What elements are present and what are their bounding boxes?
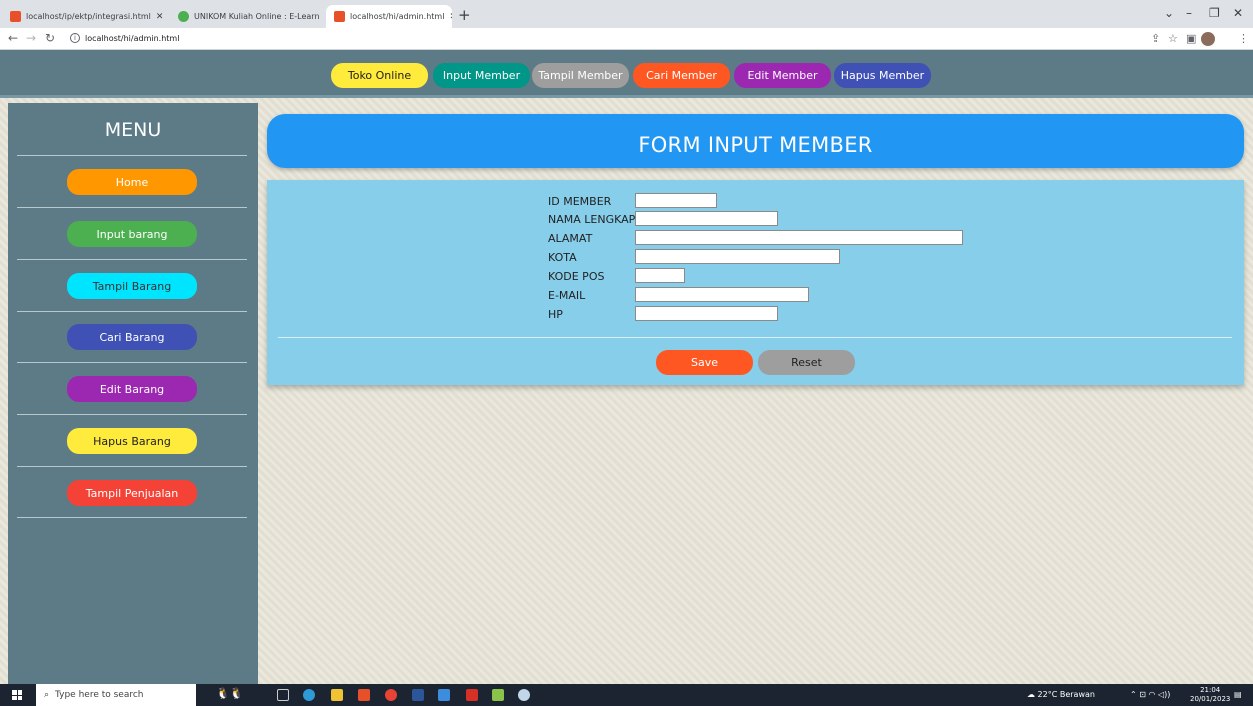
clock-date: 20/01/2023 — [1190, 695, 1231, 703]
sidebar-item-cari-barang[interactable]: Cari Barang — [67, 324, 197, 350]
sidebar-menu: MENU Home Input barang Tampil Barang Car… — [8, 103, 258, 684]
taskbar-search[interactable]: ⌕ Type here to search — [36, 684, 196, 706]
sidebar-item-hapus-barang[interactable]: Hapus Barang — [67, 428, 197, 454]
id-member-input[interactable] — [635, 193, 717, 208]
acrobat-icon[interactable] — [466, 689, 478, 701]
clock-time: 21:04 — [1200, 686, 1221, 694]
browser-menu-icon[interactable]: ⋮ — [1238, 32, 1249, 45]
site-info-icon[interactable]: i — [70, 33, 80, 43]
close-window-icon[interactable]: ✕ — [1233, 6, 1243, 20]
task-view-icon[interactable] — [277, 689, 289, 701]
sidebar-item-home[interactable]: Home — [67, 169, 197, 195]
sidebar-item-edit-barang[interactable]: Edit Barang — [67, 376, 197, 402]
top-navigation: Toko Online Input Member Tampil Member C… — [0, 50, 1253, 98]
penguins-decoration-icon: 🐧🐧 — [216, 687, 244, 700]
share-icon[interactable]: ⇪ — [1151, 32, 1160, 45]
file-explorer-icon[interactable] — [331, 689, 343, 701]
hp-input[interactable] — [635, 306, 778, 321]
menu-title: MENU — [104, 119, 162, 141]
divider — [278, 337, 1232, 338]
new-tab-icon[interactable]: + — [458, 6, 471, 24]
search-placeholder: Type here to search — [55, 690, 144, 700]
xampp-favicon-icon — [334, 11, 345, 22]
close-tab-icon[interactable]: ✕ — [449, 12, 452, 22]
sidebar-item-tampil-barang[interactable]: Tampil Barang — [67, 273, 197, 299]
word-icon[interactable] — [412, 689, 424, 701]
field-label: HP — [548, 308, 563, 321]
url-field[interactable]: i localhost/hi/admin.html — [70, 33, 179, 43]
nav-tampil-member-button[interactable]: Tampil Member — [532, 63, 629, 88]
nav-edit-member-button[interactable]: Edit Member — [734, 63, 831, 88]
app-icon[interactable] — [438, 689, 450, 701]
minimize-icon[interactable]: – — [1186, 6, 1192, 20]
paint-icon[interactable] — [518, 689, 530, 701]
divider — [17, 517, 247, 518]
field-label: KOTA — [548, 251, 577, 264]
kota-input[interactable] — [635, 249, 840, 264]
nav-toko-online-button[interactable]: Toko Online — [331, 63, 428, 88]
divider — [17, 466, 247, 467]
browser-tab[interactable]: UNIKOM Kuliah Online : E-Learn ✕ — [170, 5, 322, 28]
weather-widget[interactable]: ☁ 22°C Berawan — [1027, 690, 1095, 699]
reset-button[interactable]: Reset — [758, 350, 855, 375]
divider — [17, 155, 247, 156]
email-input[interactable] — [635, 287, 809, 302]
xampp-icon[interactable] — [358, 689, 370, 701]
divider — [17, 362, 247, 363]
form-header: FORM INPUT MEMBER — [267, 114, 1244, 168]
page-title: FORM INPUT MEMBER — [638, 133, 873, 157]
elearning-favicon-icon — [178, 11, 189, 22]
edge-icon[interactable] — [303, 689, 315, 701]
sidebar-item-tampil-penjualan[interactable]: Tampil Penjualan — [67, 480, 197, 506]
address-bar: ← → ↻ i localhost/hi/admin.html ⇪ ☆ ▣ ⋮ — [0, 28, 1253, 50]
windows-taskbar: ⌕ Type here to search 🐧🐧 ☁ 22°C Berawan … — [0, 684, 1253, 706]
field-label: KODE POS — [548, 270, 605, 283]
reload-icon[interactable]: ↻ — [45, 31, 55, 45]
windows-start-icon[interactable] — [12, 690, 22, 700]
member-form: ID MEMBER NAMA LENGKAP ALAMAT KOTA KODE … — [267, 180, 1244, 385]
side-panel-icon[interactable]: ▣ — [1186, 32, 1196, 45]
field-label: NAMA LENGKAP — [548, 213, 636, 226]
nav-hapus-member-button[interactable]: Hapus Member — [834, 63, 931, 88]
browser-tab-active[interactable]: localhost/hi/admin.html ✕ — [326, 5, 452, 28]
restore-icon[interactable]: ❐ — [1209, 6, 1220, 20]
page-content: Toko Online Input Member Tampil Member C… — [0, 50, 1253, 684]
field-label: ID MEMBER — [548, 195, 612, 208]
tab-title: localhost/ip/ektp/integrasi.html — [26, 12, 151, 21]
field-label: E-MAIL — [548, 289, 586, 302]
forward-icon[interactable]: → — [26, 31, 36, 45]
divider — [17, 311, 247, 312]
chrome-icon[interactable] — [385, 689, 397, 701]
divider — [17, 259, 247, 260]
tab-title: localhost/hi/admin.html — [350, 12, 445, 21]
back-icon[interactable]: ← — [8, 31, 18, 45]
url-text: localhost/hi/admin.html — [85, 33, 180, 43]
divider — [17, 207, 247, 208]
nama-lengkap-input[interactable] — [635, 211, 778, 226]
sidebar-item-input-barang[interactable]: Input barang — [67, 221, 197, 247]
nav-cari-member-button[interactable]: Cari Member — [633, 63, 730, 88]
system-tray-icons[interactable]: ⌃ ⊡ ◠ ◁)) — [1130, 690, 1170, 699]
clock[interactable]: 21:04 20/01/2023 — [1190, 686, 1230, 704]
browser-tab[interactable]: localhost/ip/ektp/integrasi.html ✕ — [2, 5, 170, 28]
field-label: ALAMAT — [548, 232, 593, 245]
browser-tab-strip: localhost/ip/ektp/integrasi.html ✕ UNIKO… — [0, 0, 1253, 28]
weather-text: 22°C Berawan — [1037, 690, 1095, 699]
xampp-favicon-icon — [10, 11, 21, 22]
profile-avatar[interactable] — [1201, 32, 1215, 46]
save-button[interactable]: Save — [656, 350, 753, 375]
alamat-input[interactable] — [635, 230, 963, 245]
image-viewer-icon[interactable] — [492, 689, 504, 701]
close-tab-icon[interactable]: ✕ — [156, 12, 164, 22]
kode-pos-input[interactable] — [635, 268, 685, 283]
tab-title: UNIKOM Kuliah Online : E-Learn — [194, 12, 320, 21]
notification-icon[interactable]: ▤ — [1234, 690, 1242, 699]
nav-input-member-button[interactable]: Input Member — [433, 63, 530, 88]
tab-search-icon[interactable]: ⌄ — [1164, 6, 1174, 20]
search-icon: ⌕ — [44, 690, 50, 700]
bookmark-star-icon[interactable]: ☆ — [1168, 32, 1178, 45]
divider — [17, 414, 247, 415]
